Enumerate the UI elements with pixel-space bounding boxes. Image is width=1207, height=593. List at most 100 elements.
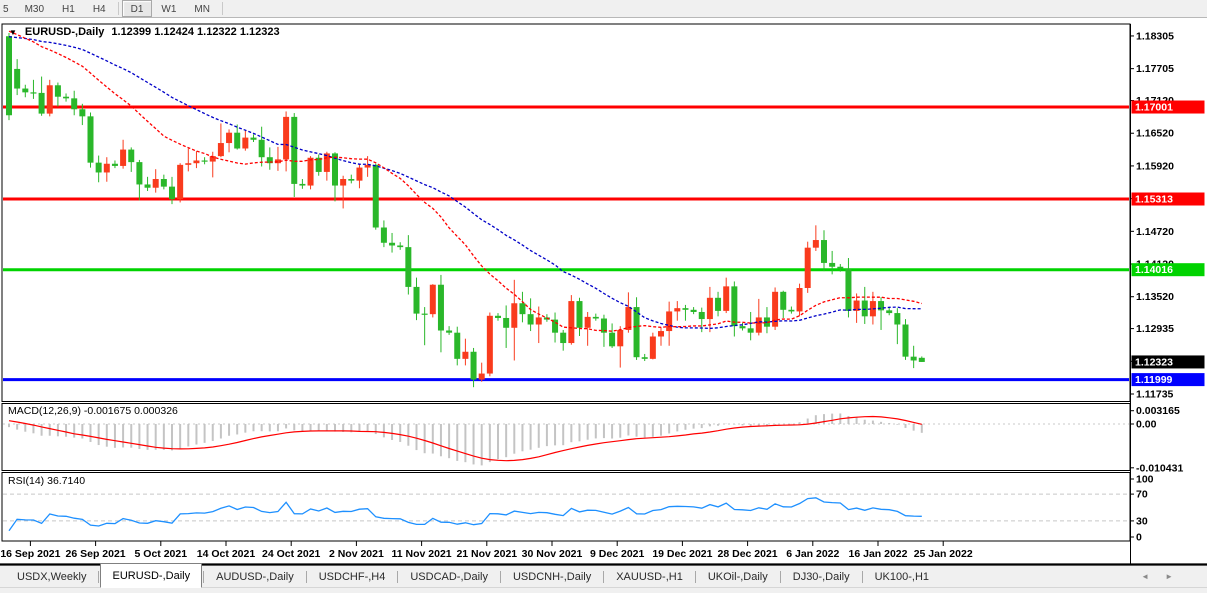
- tab-usdchf-h4[interactable]: USDCHF-,H4: [308, 566, 397, 587]
- candle: [30, 92, 36, 93]
- chart-ohlc-values: 1.12399 1.12424 1.12322 1.12323: [111, 26, 279, 38]
- candle: [373, 165, 379, 228]
- candle: [666, 311, 672, 331]
- timeframe-toolbar: 5M30H1H4 D1W1MN: [0, 0, 1207, 18]
- candle: [145, 184, 151, 187]
- tab-uk100-h1[interactable]: UK100-,H1: [864, 566, 940, 587]
- candle: [593, 317, 599, 319]
- candle: [14, 69, 20, 89]
- candle: [919, 358, 925, 362]
- candle: [471, 352, 477, 380]
- timeframe-button-d1[interactable]: D1: [122, 0, 153, 17]
- chart-dropdown-icon[interactable]: ▼: [9, 28, 17, 37]
- candle: [805, 248, 811, 288]
- candle: [104, 164, 110, 173]
- rsi-name: RSI(14): [8, 475, 44, 487]
- candle: [699, 312, 705, 319]
- tab-audusd-daily[interactable]: AUDUSD-,Daily: [205, 566, 305, 587]
- tab-xauusd-h1[interactable]: XAUUSD-,H1: [605, 566, 694, 587]
- candle: [299, 184, 305, 186]
- tab-usdx-weekly[interactable]: USDX,Weekly: [6, 566, 97, 587]
- candle: [405, 247, 411, 287]
- tab-divider: [98, 571, 99, 583]
- chart-canvas[interactable]: 1.183051.177051.171201.165201.159201.153…: [0, 0, 1207, 593]
- date-tick-label: 25 Jan 2022: [914, 548, 973, 560]
- candle: [674, 308, 680, 311]
- tab-ukoil-daily[interactable]: UKOil-,Daily: [697, 566, 779, 587]
- candle: [234, 133, 240, 149]
- candle: [903, 325, 909, 357]
- candle: [340, 179, 346, 186]
- candle: [414, 287, 420, 314]
- timeframe-button-5[interactable]: 5: [0, 0, 16, 17]
- date-tick-label: 16 Jan 2022: [849, 548, 908, 560]
- tab-dj30-daily[interactable]: DJ30-,Daily: [782, 566, 861, 587]
- chart-tab-row: USDX,WeeklyEURUSD-,DailyAUDUSD-,DailyUSD…: [0, 566, 1207, 588]
- candle: [740, 326, 746, 328]
- date-tick-label: 19 Dec 2021: [652, 548, 712, 560]
- candle: [39, 93, 45, 114]
- tab-divider: [862, 571, 863, 583]
- timeframe-button-h4[interactable]: H4: [84, 0, 115, 17]
- price-tick-label: 1.13520: [1136, 291, 1174, 303]
- candle: [568, 301, 574, 343]
- candle: [430, 285, 436, 314]
- candle: [55, 85, 61, 96]
- toolbar-divider: [118, 2, 119, 15]
- candle: [6, 36, 12, 115]
- date-tick-label: 21 Nov 2021: [456, 548, 517, 560]
- candle: [259, 140, 265, 157]
- candle: [707, 298, 713, 319]
- rsi-axis-label: 30: [1136, 515, 1148, 527]
- price-level-tag-text: 1.17001: [1135, 102, 1173, 114]
- tab-divider: [695, 571, 696, 583]
- candle: [797, 288, 803, 311]
- price-tick-label: 1.11735: [1136, 388, 1174, 400]
- candle: [813, 240, 819, 248]
- date-tick-label: 9 Dec 2021: [590, 548, 644, 560]
- timeframe-button-w1[interactable]: W1: [152, 0, 185, 17]
- candle: [788, 310, 794, 312]
- timeframe-button-m30[interactable]: M30: [16, 0, 53, 17]
- price-level-tag-text: 1.15313: [1135, 194, 1173, 206]
- tab-usdcad-daily[interactable]: USDCAD-,Daily: [399, 566, 499, 587]
- candle: [837, 267, 843, 269]
- toolbar-divider: [222, 2, 223, 15]
- candle: [185, 163, 191, 165]
- candle: [161, 179, 167, 187]
- tab-eurusd-daily[interactable]: EURUSD-,Daily: [100, 563, 202, 588]
- date-tick-label: 5 Oct 2021: [135, 548, 188, 560]
- tab-divider: [500, 571, 501, 583]
- candle: [193, 160, 199, 163]
- candle: [756, 317, 762, 332]
- candle: [381, 228, 387, 243]
- rsi-indicator-label: RSI(14) 36.7140: [8, 475, 85, 487]
- chart-title: ▼ EURUSD-,Daily 1.12399 1.12424 1.12322 …: [9, 26, 280, 38]
- candle: [658, 331, 664, 336]
- tab-scroll-left-icon[interactable]: ◄: [1141, 572, 1149, 581]
- candle: [153, 179, 159, 188]
- date-tick-label: 28 Dec 2021: [718, 548, 778, 560]
- candle: [625, 307, 631, 330]
- tab-usdcnh-daily[interactable]: USDCNH-,Daily: [502, 566, 602, 587]
- candle: [886, 310, 892, 313]
- candle: [348, 179, 354, 181]
- candle: [585, 317, 591, 328]
- macd-values: -0.001675 0.000326: [84, 405, 178, 417]
- timeframe-button-h1[interactable]: H1: [53, 0, 84, 17]
- candle: [479, 374, 485, 380]
- candle: [218, 143, 224, 156]
- candle: [308, 158, 314, 186]
- tab-scroll-right-icon[interactable]: ►: [1165, 572, 1173, 581]
- date-tick-label: 2 Nov 2021: [329, 548, 384, 560]
- candle: [438, 285, 444, 331]
- macd-indicator-label: MACD(12,26,9) -0.001675 0.000326: [8, 405, 178, 417]
- chart-symbol-label: EURUSD-,Daily: [25, 26, 104, 38]
- rsi-value: 36.7140: [47, 475, 85, 487]
- candle: [495, 316, 501, 318]
- candle: [650, 337, 656, 359]
- timeframe-button-mn[interactable]: MN: [185, 0, 219, 17]
- date-tick-label: 16 Sep 2021: [0, 548, 60, 560]
- candle: [487, 316, 493, 374]
- tab-divider: [780, 571, 781, 583]
